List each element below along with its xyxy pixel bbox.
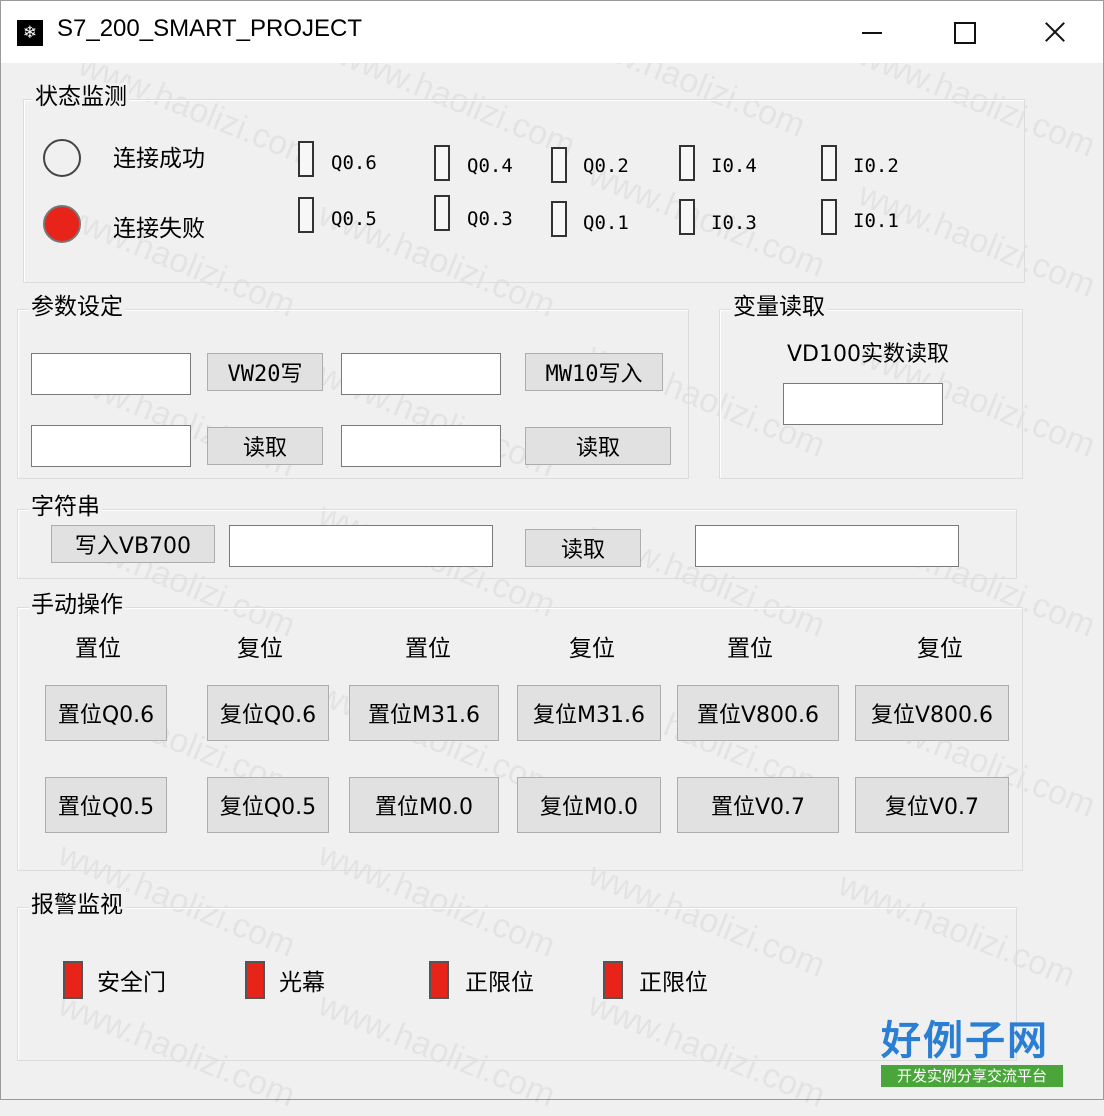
window-title: S7_200_SMART_PROJECT <box>57 15 363 42</box>
mw10-input[interactable] <box>341 353 501 395</box>
io-label: I0.1 <box>853 210 899 232</box>
snowflake-icon: ❄ <box>17 20 43 46</box>
column-header-set: 置位 <box>405 636 451 662</box>
set-q06-button[interactable]: 置位Q0.6 <box>45 685 167 741</box>
alarm-group-label: 报警监视 <box>29 891 125 919</box>
read-vw20-button[interactable]: 读取 <box>207 427 323 465</box>
string-output[interactable] <box>695 525 959 567</box>
alarm-indicator-limit-2 <box>603 961 623 999</box>
reset-q05-button[interactable]: 复位Q0.5 <box>207 777 329 833</box>
alarm-label: 正限位 <box>639 970 708 996</box>
io-indicator-i04 <box>679 145 695 181</box>
io-indicator-q04 <box>434 145 450 181</box>
read-mw10-button[interactable]: 读取 <box>525 427 671 465</box>
alarm-indicator-safety-door <box>63 961 83 999</box>
alarm-label: 安全门 <box>97 970 166 996</box>
connect-ok-label: 连接成功 <box>113 146 205 172</box>
io-label: I0.3 <box>711 212 757 234</box>
io-indicator-q02 <box>551 147 567 183</box>
status-group <box>23 99 1025 283</box>
io-indicator-q05 <box>298 197 314 233</box>
io-label: I0.4 <box>711 155 757 177</box>
var-read-group-label: 变量读取 <box>731 293 827 321</box>
maximize-button[interactable] <box>941 11 987 53</box>
reset-m00-button[interactable]: 复位M0.0 <box>517 777 661 833</box>
io-label: Q0.5 <box>331 208 377 230</box>
reset-v8006-button[interactable]: 复位V800.6 <box>855 685 1009 741</box>
app-window: www.haolizi.com www.haolizi.com www.haol… <box>0 0 1104 1115</box>
connect-fail-indicator <box>43 205 81 243</box>
column-header-set: 置位 <box>75 636 121 662</box>
manual-group-label: 手动操作 <box>29 591 125 619</box>
close-button[interactable] <box>1031 11 1077 53</box>
column-header-reset: 复位 <box>569 636 615 662</box>
reset-m316-button[interactable]: 复位M31.6 <box>517 685 661 741</box>
brand-tagline: 开发实例分享交流平台 <box>881 1065 1063 1087</box>
brand-name: 好例子网 <box>881 1017 1049 1064</box>
brand-logo: 好例子网 开发实例分享交流平台 <box>881 1017 1067 1087</box>
column-header-reset: 复位 <box>917 636 963 662</box>
vd100-label: VD100实数读取 <box>787 342 949 367</box>
column-header-set: 置位 <box>727 636 773 662</box>
io-label: Q0.2 <box>583 155 629 177</box>
io-indicator-q03 <box>434 195 450 231</box>
string-input[interactable] <box>229 525 493 567</box>
vd100-output[interactable] <box>783 383 943 425</box>
io-indicator-i01 <box>821 199 837 235</box>
set-q05-button[interactable]: 置位Q0.5 <box>45 777 167 833</box>
write-mw10-button[interactable]: MW10写入 <box>525 353 663 391</box>
io-indicator-i03 <box>679 199 695 235</box>
write-vb700-button[interactable]: 写入VB700 <box>51 525 215 563</box>
connect-ok-indicator <box>43 139 81 177</box>
set-v07-button[interactable]: 置位V0.7 <box>677 777 839 833</box>
read-string-button[interactable]: 读取 <box>525 529 641 567</box>
minimize-button[interactable] <box>849 11 895 53</box>
alarm-label: 正限位 <box>465 970 534 996</box>
set-m316-button[interactable]: 置位M31.6 <box>349 685 499 741</box>
write-vw20-button[interactable]: VW20写 <box>207 353 323 391</box>
io-indicator-q01 <box>551 201 567 237</box>
column-header-reset: 复位 <box>237 636 283 662</box>
connect-fail-label: 连接失败 <box>113 216 205 242</box>
io-label: I0.2 <box>853 155 899 177</box>
set-m00-button[interactable]: 置位M0.0 <box>349 777 499 833</box>
set-v8006-button[interactable]: 置位V800.6 <box>677 685 839 741</box>
mw10-read-output[interactable] <box>341 425 501 467</box>
vw20-read-output[interactable] <box>31 425 191 467</box>
io-label: Q0.3 <box>467 208 513 230</box>
io-indicator-q06 <box>298 141 314 177</box>
alarm-label: 光幕 <box>279 970 325 996</box>
string-group-label: 字符串 <box>29 493 102 521</box>
vw20-input[interactable] <box>31 353 191 395</box>
alarm-indicator-light-curtain <box>245 961 265 999</box>
io-label: Q0.1 <box>583 212 629 234</box>
title-bar[interactable]: ❄ S7_200_SMART_PROJECT <box>1 1 1103 63</box>
io-label: Q0.6 <box>331 152 377 174</box>
io-label: Q0.4 <box>467 155 513 177</box>
status-group-label: 状态监测 <box>33 83 129 111</box>
reset-q06-button[interactable]: 复位Q0.6 <box>207 685 329 741</box>
alarm-indicator-limit-1 <box>429 961 449 999</box>
params-group-label: 参数设定 <box>29 293 125 321</box>
reset-v07-button[interactable]: 复位V0.7 <box>855 777 1009 833</box>
io-indicator-i02 <box>821 145 837 181</box>
